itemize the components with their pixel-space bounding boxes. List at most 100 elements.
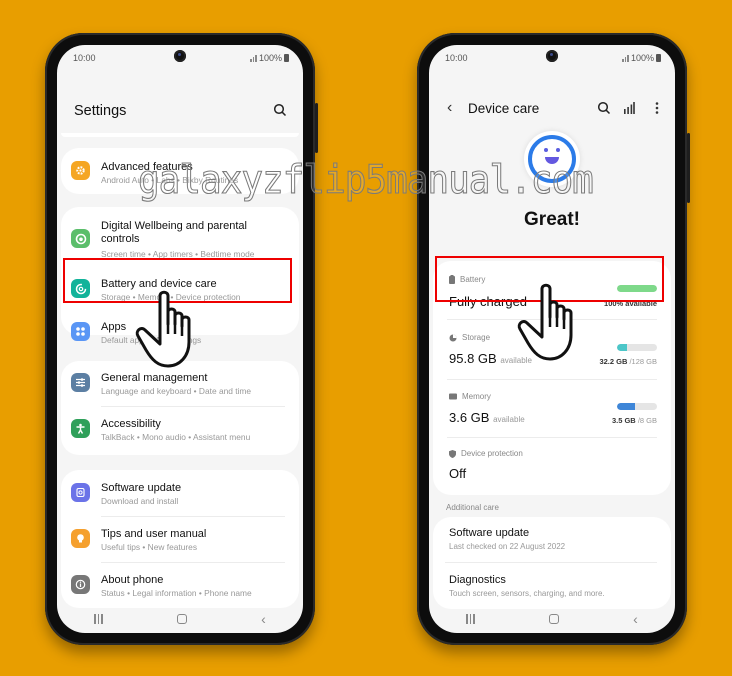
- additional-care-header: Additional care: [446, 503, 499, 512]
- recent-apps-button[interactable]: [466, 614, 475, 624]
- storage-used: 32.2 GB: [599, 357, 628, 366]
- apps-icon: [71, 322, 90, 341]
- ac-subtitle: Last checked on 22 August 2022: [449, 542, 566, 551]
- right-phone-frame: 10:00 100% ‹ Device care Great! Battery …: [417, 33, 690, 645]
- settings-item-tips[interactable]: Tips and user manual Useful tips • New f…: [61, 516, 299, 560]
- settings-item-general-management[interactable]: General management Language and keyboard…: [61, 361, 299, 405]
- storage-bar: [617, 344, 657, 351]
- storage-amount: 95.8 GB: [449, 351, 497, 366]
- stats-icon[interactable]: [623, 101, 635, 115]
- bulb-icon: [71, 529, 90, 548]
- wellbeing-icon: [71, 229, 90, 248]
- update-icon: [71, 483, 90, 502]
- search-icon[interactable]: [273, 103, 287, 117]
- item-title: Digital Wellbeing and parental controls: [101, 220, 247, 245]
- storage-label: Storage: [449, 333, 490, 342]
- device-status-text: Great!: [524, 209, 580, 230]
- device-care-screen: 10:00 100% ‹ Device care Great! Battery …: [429, 45, 675, 633]
- memory-bar-fill: [617, 403, 635, 410]
- settings-item-accessibility[interactable]: Accessibility TalkBack • Mono audio • As…: [61, 407, 299, 451]
- item-title: Software update: [101, 482, 182, 494]
- home-button[interactable]: [176, 614, 187, 624]
- settings-item-software-update[interactable]: Software update Download and install: [61, 470, 299, 514]
- protection-label-text: Device protection: [461, 449, 523, 458]
- memory-used: 3.5 GB: [611, 416, 636, 425]
- back-arrow-icon[interactable]: ‹: [447, 99, 452, 117]
- page-title: Settings: [74, 103, 127, 119]
- item-title: General management: [101, 372, 208, 384]
- storage-row[interactable]: Storage 95.8 GB available 32.2 GB /128 G…: [433, 321, 671, 377]
- storage-caption: 32.2 GB /128 GB: [599, 357, 657, 366]
- storage-total: /128 GB: [629, 357, 657, 366]
- item-subtitle: Android Auto • Labs • Bixby Routines: [101, 175, 239, 185]
- camera-cutout: [546, 50, 558, 62]
- highlight-battery-device-care: [63, 258, 292, 303]
- signal-icon: [622, 54, 629, 62]
- recent-apps-button[interactable]: [94, 614, 103, 624]
- card-top-fade: [61, 133, 299, 137]
- storage-unit: available: [500, 356, 532, 365]
- back-button[interactable]: ‹: [261, 611, 266, 627]
- item-title: About phone: [101, 574, 164, 586]
- item-title: Tips and user manual: [101, 528, 207, 540]
- info-icon: [71, 575, 90, 594]
- settings-item-digital-wellbeing[interactable]: Digital Wellbeing and parental controls …: [61, 207, 299, 259]
- smiley-status-icon: [524, 131, 580, 187]
- shield-icon: [449, 449, 456, 458]
- memory-value: 3.6 GB available: [449, 410, 525, 425]
- storage-bar-fill: [617, 344, 627, 351]
- item-subtitle: TalkBack • Mono audio • Assistant menu: [101, 432, 251, 442]
- item-subtitle: Language and keyboard • Date and time: [101, 386, 252, 396]
- item-subtitle: Download and install: [101, 496, 179, 506]
- settings-card-advanced: Advanced features Android Auto • Labs • …: [61, 148, 299, 194]
- storage-value: 95.8 GB available: [449, 351, 532, 366]
- storage-small-icon: [449, 334, 457, 341]
- back-button[interactable]: ‹: [633, 611, 638, 627]
- camera-cutout: [174, 50, 186, 62]
- device-protection-row[interactable]: Device protection Off: [433, 437, 671, 493]
- memory-total: /8 GB: [637, 416, 657, 425]
- item-title: Apps: [101, 321, 127, 333]
- battery-percent: 100%: [630, 53, 654, 63]
- settings-card-general: General management Language and keyboard…: [61, 361, 299, 455]
- item-subtitle: Useful tips • New features: [101, 542, 198, 552]
- battery-icon: [656, 54, 661, 62]
- protection-label: Device protection: [449, 449, 523, 458]
- memory-bar: [617, 403, 657, 410]
- additional-care-card: Software update Last checked on 22 Augus…: [433, 517, 671, 609]
- additional-software-update[interactable]: Software update Last checked on 22 Augus…: [433, 517, 671, 563]
- battery-icon: [284, 54, 289, 62]
- memory-unit: available: [493, 415, 525, 424]
- settings-item-apps[interactable]: Apps Default apps • App settings: [61, 311, 299, 355]
- accessibility-icon: [71, 419, 90, 438]
- navigation-bar: ‹: [429, 605, 675, 633]
- item-title: Accessibility: [101, 418, 161, 430]
- gear-icon: [71, 161, 90, 180]
- ac-title: Software update: [449, 527, 530, 539]
- ac-title: Diagnostics: [449, 574, 506, 586]
- search-icon[interactable]: [597, 101, 611, 115]
- storage-label-text: Storage: [462, 333, 491, 342]
- settings-item-about-phone[interactable]: About phone Status • Legal information •…: [61, 562, 299, 606]
- home-button[interactable]: [548, 614, 559, 624]
- memory-small-icon: [449, 393, 457, 400]
- memory-caption: 3.5 GB /8 GB: [612, 416, 657, 425]
- item-subtitle: Default apps • App settings: [101, 335, 202, 345]
- navigation-bar: ‹: [57, 605, 303, 633]
- memory-label-text: Memory: [462, 392, 491, 401]
- settings-item-advanced-features[interactable]: Advanced features Android Auto • Labs • …: [61, 148, 299, 192]
- left-phone-frame: 10:00 100% Settings Advanced features An…: [45, 33, 318, 645]
- additional-diagnostics[interactable]: Diagnostics Touch screen, sensors, charg…: [433, 563, 671, 609]
- divider: [447, 319, 657, 320]
- signal-icon: [250, 54, 257, 62]
- item-subtitle: Status • Legal information • Phone name: [101, 588, 252, 598]
- status-time: 10:00: [445, 53, 468, 63]
- more-options-icon[interactable]: [655, 101, 659, 115]
- settings-card-support: Software update Download and install Tip…: [61, 470, 299, 608]
- settings-screen: 10:00 100% Settings Advanced features An…: [57, 45, 303, 633]
- memory-row[interactable]: Memory 3.6 GB available 3.5 GB /8 GB: [433, 379, 671, 435]
- side-button: [315, 103, 318, 153]
- sliders-icon: [71, 373, 90, 392]
- ac-subtitle: Touch screen, sensors, charging, and mor…: [449, 589, 605, 598]
- memory-label: Memory: [449, 392, 491, 401]
